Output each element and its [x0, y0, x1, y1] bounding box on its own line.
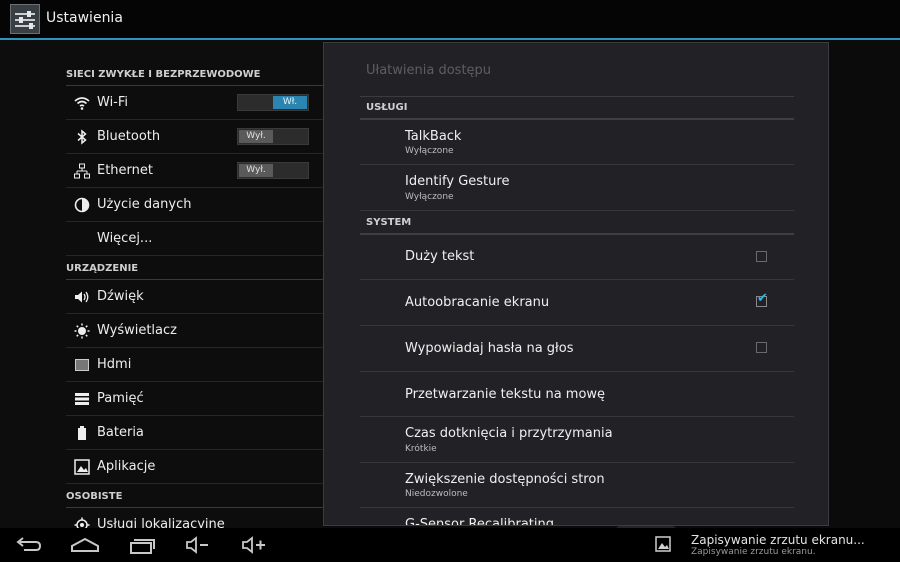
- touch-hold-delay-row[interactable]: Czas dotknięcia i przytrzymania Krótkie: [360, 417, 794, 463]
- ethernet-toggle[interactable]: Wył.: [237, 162, 309, 179]
- ethernet-toggle-label: Wył.: [239, 164, 273, 177]
- sidebar-item-location[interactable]: Usługi lokalizacyjne: [66, 508, 323, 528]
- sidebar-item-more[interactable]: Więcej...: [66, 222, 323, 256]
- sidebar-item-label: Ethernet: [97, 163, 153, 178]
- wifi-toggle[interactable]: Wł.: [237, 94, 309, 111]
- bluetooth-icon: [74, 129, 90, 145]
- identify-gesture-title: Identify Gesture: [405, 174, 510, 189]
- tts-row[interactable]: Przetwarzanie tekstu na mowę: [360, 372, 794, 417]
- section-label: USŁUGI: [366, 102, 408, 113]
- notification-title[interactable]: Zapisywanie zrzutu ekranu...: [691, 533, 865, 547]
- battery-icon: [74, 425, 90, 441]
- notification-subtitle: Zapisywanie zrzutu ekranu.: [691, 547, 816, 557]
- sidebar-item-label: Użycie danych: [97, 197, 192, 212]
- sidebar-item-label: Pamięć: [97, 391, 144, 406]
- back-icon[interactable]: [14, 535, 44, 555]
- wifi-toggle-label: Wł.: [273, 96, 307, 109]
- sidebar-item-storage[interactable]: Pamięć: [66, 382, 323, 416]
- section-label: SYSTEM: [366, 217, 412, 228]
- volume-up-icon[interactable]: [240, 535, 270, 555]
- hdmi-icon: [74, 357, 90, 373]
- sidebar-item-wifi[interactable]: Wi-Fi Wł.: [66, 86, 323, 120]
- talkback-title: TalkBack: [405, 129, 462, 144]
- large-text-checkbox[interactable]: [756, 251, 767, 262]
- sidebar-item-sound[interactable]: Dźwięk: [66, 280, 323, 314]
- sidebar-item-label: Dźwięk: [97, 289, 144, 304]
- gsensor-recalibrating-title: G-Sensor Recalibrating: [405, 517, 555, 526]
- speak-passwords-row[interactable]: Wypowiadaj hasła na głos: [360, 326, 794, 372]
- sidebar-item-apps[interactable]: Aplikacje: [66, 450, 323, 484]
- system-navigation-bar: Zapisywanie zrzutu ekranu... Zapisywanie…: [0, 528, 900, 562]
- tts-title: Przetwarzanie tekstu na mowę: [405, 387, 606, 402]
- data-usage-icon: [74, 197, 90, 213]
- large-text-title: Duży tekst: [405, 249, 475, 264]
- sidebar-item-label: Więcej...: [97, 231, 153, 246]
- section-header-services: USŁUGI: [360, 96, 794, 120]
- auto-rotate-checkbox[interactable]: ✔: [756, 292, 768, 307]
- wifi-icon: [74, 95, 90, 111]
- display-icon: [74, 323, 90, 339]
- large-text-row[interactable]: Duży tekst: [360, 235, 794, 280]
- volume-down-icon[interactable]: [184, 535, 214, 555]
- section-header-networks: SIECI ZWYKŁE I BEZPRZEWODOWE: [66, 62, 323, 86]
- sidebar-item-label: Wyświetlacz: [97, 323, 177, 338]
- sidebar-item-battery[interactable]: Bateria: [66, 416, 323, 450]
- web-accessibility-title: Zwiększenie dostępności stron: [405, 472, 605, 487]
- ethernet-icon: [74, 163, 90, 179]
- bluetooth-toggle[interactable]: Wył.: [237, 128, 309, 145]
- home-icon[interactable]: [70, 535, 100, 555]
- talkback-status: Wyłączone: [405, 146, 454, 156]
- touch-hold-delay-value: Krótkie: [405, 444, 437, 454]
- web-accessibility-value: Niedozwolone: [405, 489, 468, 499]
- apps-icon: [74, 459, 90, 475]
- app-title: Ustawienia: [46, 10, 123, 26]
- sidebar-item-label: Bluetooth: [97, 129, 161, 144]
- location-icon: [74, 517, 90, 528]
- accessibility-panel: Ułatwienia dostępu USŁUGI TalkBack Wyłąc…: [323, 42, 829, 526]
- sidebar-item-label: Hdmi: [97, 357, 132, 372]
- bluetooth-toggle-label: Wył.: [239, 130, 273, 143]
- sound-icon: [74, 289, 90, 305]
- sidebar-item-display[interactable]: Wyświetlacz: [66, 314, 323, 348]
- storage-icon: [74, 391, 90, 407]
- speak-passwords-checkbox[interactable]: [756, 342, 767, 353]
- sidebar-item-ethernet[interactable]: Ethernet Wył.: [66, 154, 323, 188]
- touch-hold-delay-title: Czas dotknięcia i przytrzymania: [405, 426, 613, 441]
- sidebar-item-label: Bateria: [97, 425, 144, 440]
- auto-rotate-row[interactable]: Autoobracanie ekranu ✔: [360, 280, 794, 326]
- web-accessibility-row[interactable]: Zwiększenie dostępności stron Niedozwolo…: [360, 463, 794, 508]
- checkmark-icon: ✔: [757, 291, 768, 306]
- sidebar-item-data-usage[interactable]: Użycie danych: [66, 188, 323, 222]
- sidebar-item-label: Wi-Fi: [97, 95, 129, 110]
- recent-apps-icon[interactable]: [127, 535, 157, 555]
- auto-rotate-title: Autoobracanie ekranu: [405, 295, 550, 310]
- identify-gesture-row[interactable]: Identify Gesture Wyłączone: [360, 165, 794, 211]
- section-header-personal: OSOBISTE: [66, 484, 323, 508]
- sidebar-item-bluetooth[interactable]: Bluetooth Wył.: [66, 120, 323, 154]
- panel-title: Ułatwienia dostępu: [366, 63, 492, 78]
- section-header-device: URZĄDZENIE: [66, 256, 323, 280]
- section-header-system: SYSTEM: [360, 211, 794, 235]
- sidebar-item-label: Aplikacje: [97, 459, 156, 474]
- sidebar-item-hdmi[interactable]: Hdmi: [66, 348, 323, 382]
- screenshot-notification-icon: [655, 536, 671, 552]
- identify-gesture-status: Wyłączone: [405, 192, 454, 202]
- talkback-row[interactable]: TalkBack Wyłączone: [360, 120, 794, 165]
- action-bar: Ustawienia: [0, 0, 900, 40]
- settings-categories-list: SIECI ZWYKŁE I BEZPRZEWODOWE Wi-Fi Wł. B…: [0, 40, 323, 528]
- sidebar-item-label: Usługi lokalizacyjne: [97, 517, 225, 528]
- speak-passwords-title: Wypowiadaj hasła na głos: [405, 341, 574, 356]
- settings-app-icon[interactable]: [10, 4, 40, 34]
